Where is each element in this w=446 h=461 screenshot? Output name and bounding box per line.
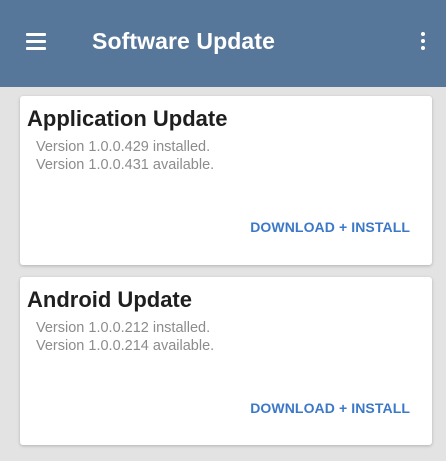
android-update-card: Android Update Version 1.0.0.212 install… [20,277,432,445]
more-vertical-icon[interactable] [412,28,434,56]
android-download-install-button[interactable]: DOWNLOAD + INSTALL [250,400,410,416]
overflow-dot [421,32,425,36]
application-available-version: Version 1.0.0.431 available. [36,157,215,173]
menu-icon-bar [26,33,46,36]
application-download-install-button[interactable]: DOWNLOAD + INSTALL [250,219,410,235]
app-bar: Software Update [0,0,446,87]
overflow-dot [421,39,425,43]
menu-icon-bar [26,47,46,50]
application-update-card: Application Update Version 1.0.0.429 ins… [20,96,432,265]
android-available-version: Version 1.0.0.214 available. [36,338,215,354]
android-installed-version: Version 1.0.0.212 installed. [36,320,211,336]
android-update-title: Android Update [27,287,192,312]
application-update-title: Application Update [27,106,228,131]
application-installed-version: Version 1.0.0.429 installed. [36,139,211,155]
hamburger-menu-icon[interactable] [26,33,46,50]
overflow-dot [421,46,425,50]
menu-icon-bar [26,40,46,43]
page-title: Software Update [92,28,275,54]
